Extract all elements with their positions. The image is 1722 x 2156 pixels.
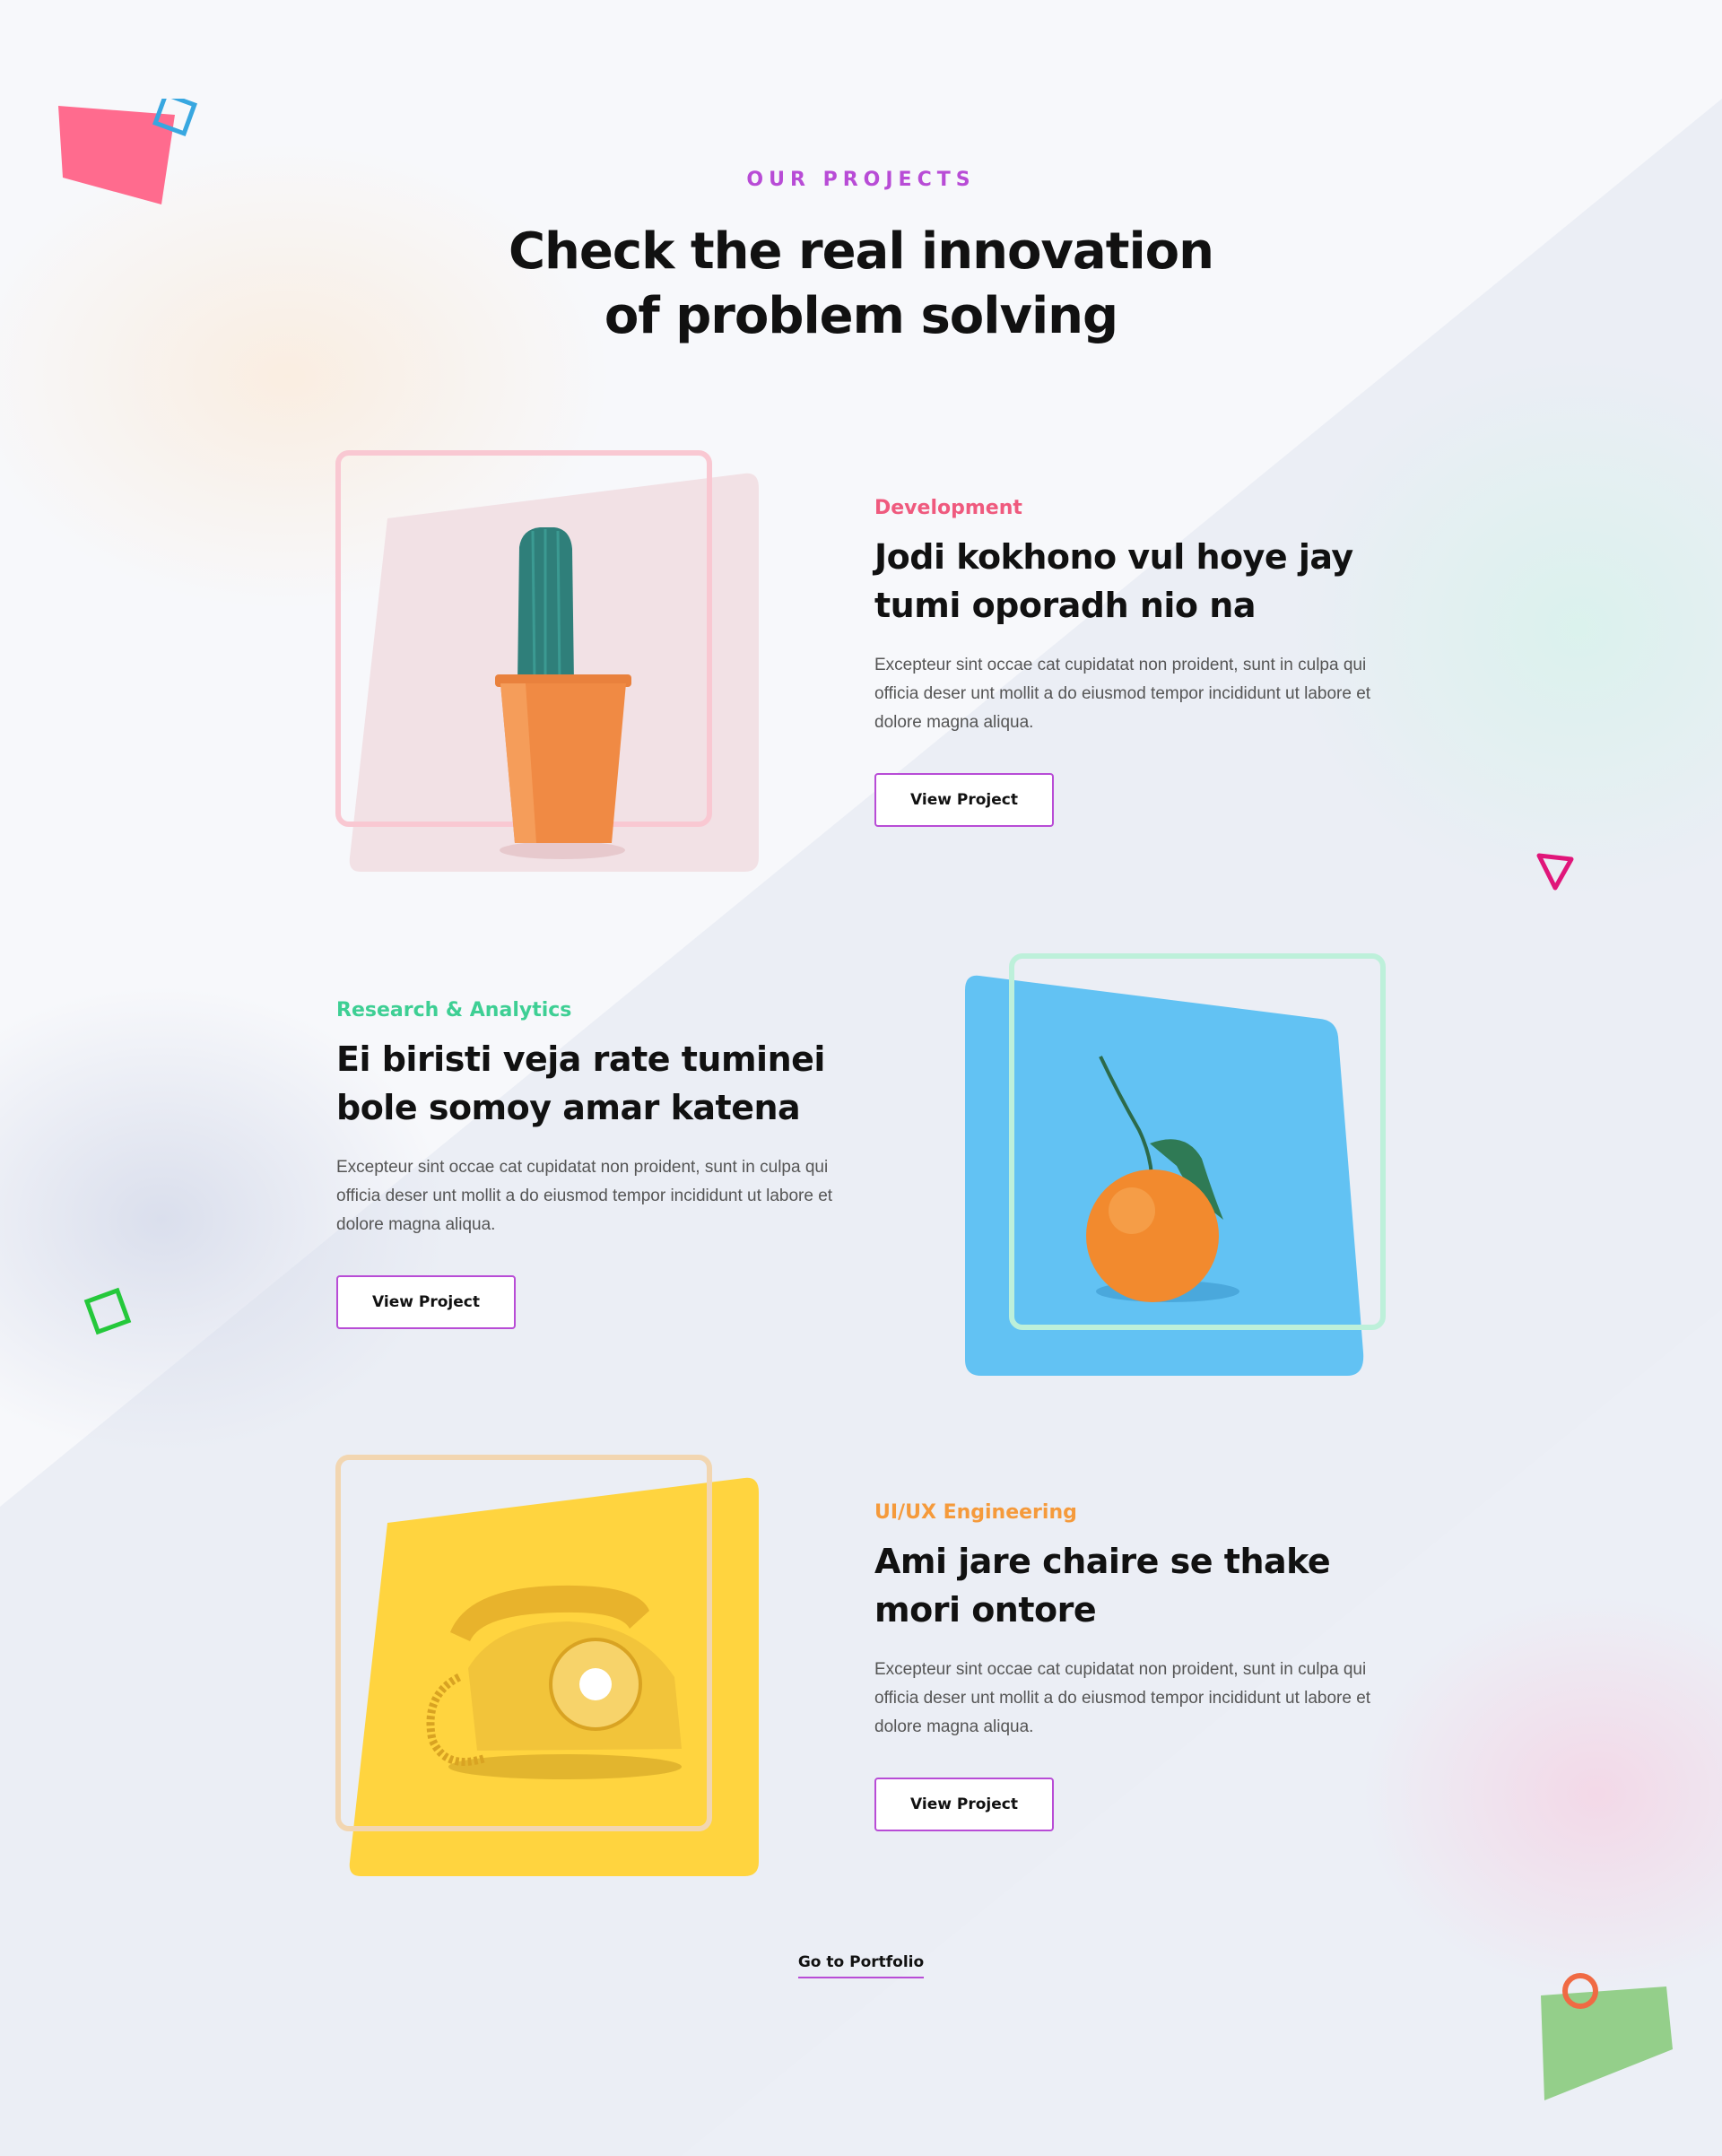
project-image [334,1453,764,1883]
section-headline: Check the real innovation of problem sol… [508,222,1214,345]
project-title: Jodi kokhono vul hoye jay tumi oporadh n… [874,537,1353,625]
view-project-button[interactable]: View Project [336,1275,516,1329]
project-description: Excepteur sint occae cat cupidatat non p… [874,656,1371,732]
project-text: UI/UX Engineering Ami jare chaire se tha… [874,1500,1386,1831]
pink-quad-shape [58,99,197,204]
portfolio-link-wrapper: Go to Portfolio [0,1953,1722,1978]
project-category: UI/UX Engineering [874,1501,1077,1524]
section-eyebrow: OUR PROJECTS [746,169,976,191]
project-category: Research & Analytics [336,999,572,1021]
view-project-button[interactable]: View Project [874,773,1054,827]
view-project-button[interactable]: View Project [874,1778,1054,1831]
project-text: Development Jodi kokhono vul hoye jay tu… [874,495,1386,827]
project-description: Excepteur sint occae cat cupidatat non p… [874,1660,1371,1736]
green-square-shape [83,1287,132,1335]
green-quad-circle-shape [1541,1973,1673,2100]
project-image [334,448,764,879]
project-title: Ami jare chaire se thake mori ontore [874,1542,1331,1630]
project-text: Research & Analytics Ei biristi veja rat… [336,997,848,1329]
project-category: Development [874,497,1022,519]
project-title: Ei biristi veja rate tuminei bole somoy … [336,1039,825,1127]
go-to-portfolio-link[interactable]: Go to Portfolio [797,1953,925,1978]
project-image [961,951,1392,1381]
magenta-triangle-shape [1536,853,1574,891]
project-description: Excepteur sint occae cat cupidatat non p… [336,1158,833,1234]
